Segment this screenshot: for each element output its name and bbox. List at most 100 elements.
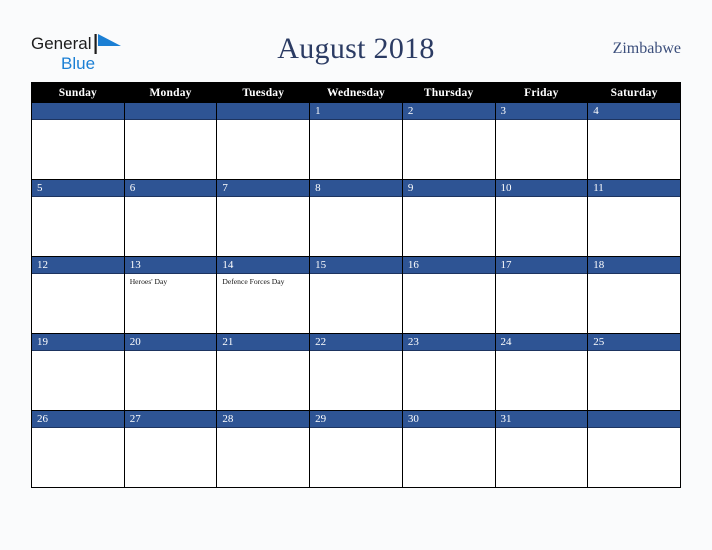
calendar-day-cell[interactable]: [216, 102, 311, 180]
day-number: 27: [124, 411, 217, 428]
day-number: 6: [124, 180, 217, 197]
calendar-week-row: 1234: [31, 102, 681, 180]
day-cell-content: 6: [124, 180, 217, 256]
calendar-day-cell[interactable]: 29: [309, 410, 403, 488]
day-number: 31: [495, 411, 588, 428]
day-number: 8: [310, 180, 402, 197]
calendar-day-cell[interactable]: 6: [123, 179, 218, 257]
day-number: 25: [588, 334, 680, 351]
weekday-header-wednesday: Wednesday: [309, 82, 403, 103]
calendar-day-cell[interactable]: [123, 102, 218, 180]
day-events: [217, 120, 309, 123]
day-events: [125, 428, 217, 431]
day-number: 23: [402, 334, 495, 351]
calendar-day-cell[interactable]: 31: [494, 410, 589, 488]
day-cell-content: 11: [588, 180, 680, 256]
day-cell-content: 30: [402, 411, 495, 487]
calendar-day-cell[interactable]: 21: [216, 333, 311, 411]
calendar-day-cell[interactable]: 13 Heroes' Day: [123, 256, 218, 334]
day-number: [124, 103, 217, 120]
calendar-day-cell[interactable]: [587, 410, 681, 488]
calendar-day-cell[interactable]: 22: [309, 333, 403, 411]
day-events: [588, 351, 680, 354]
day-number: 14: [217, 257, 310, 274]
day-number: 10: [495, 180, 588, 197]
day-events: [588, 120, 680, 123]
day-number: [588, 411, 680, 428]
day-events: [310, 428, 402, 431]
day-events: [496, 351, 588, 354]
day-events: [496, 428, 588, 431]
day-events: [588, 197, 680, 200]
day-events: [496, 197, 588, 200]
day-number: 17: [495, 257, 588, 274]
day-number: 22: [310, 334, 402, 351]
day-number: 9: [402, 180, 495, 197]
day-number: [217, 103, 310, 120]
calendar-day-cell[interactable]: 7: [216, 179, 311, 257]
day-events: [217, 428, 309, 431]
day-number: 29: [310, 411, 402, 428]
calendar-day-cell[interactable]: 3: [494, 102, 589, 180]
day-number: 26: [32, 411, 124, 428]
calendar-day-cell[interactable]: 8: [309, 179, 403, 257]
calendar-day-cell[interactable]: 20: [123, 333, 218, 411]
calendar-day-cell[interactable]: 1: [309, 102, 403, 180]
calendar-day-cell[interactable]: 10: [494, 179, 589, 257]
day-events: [588, 274, 680, 277]
page-title: August 2018: [277, 32, 435, 65]
calendar-day-cell[interactable]: 24: [494, 333, 589, 411]
day-cell-content: 19: [32, 334, 124, 410]
day-events: Heroes' Day: [125, 274, 217, 287]
calendar-day-cell[interactable]: 12: [31, 256, 125, 334]
day-cell-content: 7: [217, 180, 310, 256]
day-events: [310, 351, 402, 354]
day-number: 2: [402, 103, 495, 120]
day-cell-content: 18: [588, 257, 680, 333]
calendar-day-cell[interactable]: 27: [123, 410, 218, 488]
calendar-day-cell[interactable]: 2: [401, 102, 496, 180]
calendar-day-cell[interactable]: 9: [401, 179, 496, 257]
day-cell-content: 13 Heroes' Day: [124, 257, 217, 333]
weekday-header-tuesday: Tuesday: [216, 82, 311, 103]
calendar-day-cell[interactable]: 16: [401, 256, 496, 334]
day-events: [32, 120, 124, 123]
day-cell-content: 2: [402, 103, 495, 179]
calendar-day-cell[interactable]: 26: [31, 410, 125, 488]
day-events: [32, 351, 124, 354]
calendar-day-cell[interactable]: 5: [31, 179, 125, 257]
calendar-day-cell[interactable]: 18: [587, 256, 681, 334]
calendar-day-cell[interactable]: 17: [494, 256, 589, 334]
calendar-day-cell[interactable]: [31, 102, 125, 180]
day-cell-content: [32, 103, 124, 179]
calendar-week-row: 26 27 28 29 30 31: [31, 410, 681, 488]
day-number: 28: [217, 411, 310, 428]
calendar-body: 1 2 3 4 5 6 7 8 9 10 11 12 13 Heroes' Day 14 Defence Fo…: [31, 102, 681, 488]
day-events: [403, 351, 495, 354]
day-number: 5: [32, 180, 124, 197]
calendar-day-cell[interactable]: 11: [587, 179, 681, 257]
day-number: 1: [310, 103, 402, 120]
day-cell-content: 24: [495, 334, 588, 410]
day-cell-content: 27: [124, 411, 217, 487]
calendar-day-cell[interactable]: 28: [216, 410, 311, 488]
day-cell-content: 23: [402, 334, 495, 410]
calendar-day-cell[interactable]: 23: [401, 333, 496, 411]
calendar-day-cell[interactable]: 19: [31, 333, 125, 411]
day-number: 12: [32, 257, 124, 274]
calendar-day-cell[interactable]: 25: [587, 333, 681, 411]
calendar-day-cell[interactable]: 14 Defence Forces Day: [216, 256, 311, 334]
weekday-header-friday: Friday: [494, 82, 589, 103]
calendar-page: General Blue August 2018 Zimbabwe Sunday…: [0, 0, 712, 550]
calendar-week-row: 19 20 21 22 23 24 25: [31, 333, 681, 411]
day-number: 16: [402, 257, 495, 274]
day-number: 13: [124, 257, 217, 274]
calendar-day-cell[interactable]: 4: [587, 102, 681, 180]
day-events: [588, 428, 680, 431]
calendar-week-row: 5 6 7 8 9 10 11: [31, 179, 681, 257]
day-cell-content: 1: [310, 103, 402, 179]
calendar-day-cell[interactable]: 30: [401, 410, 496, 488]
day-events: [32, 274, 124, 277]
holiday-label: Heroes' Day: [129, 277, 168, 286]
calendar-day-cell[interactable]: 15: [309, 256, 403, 334]
